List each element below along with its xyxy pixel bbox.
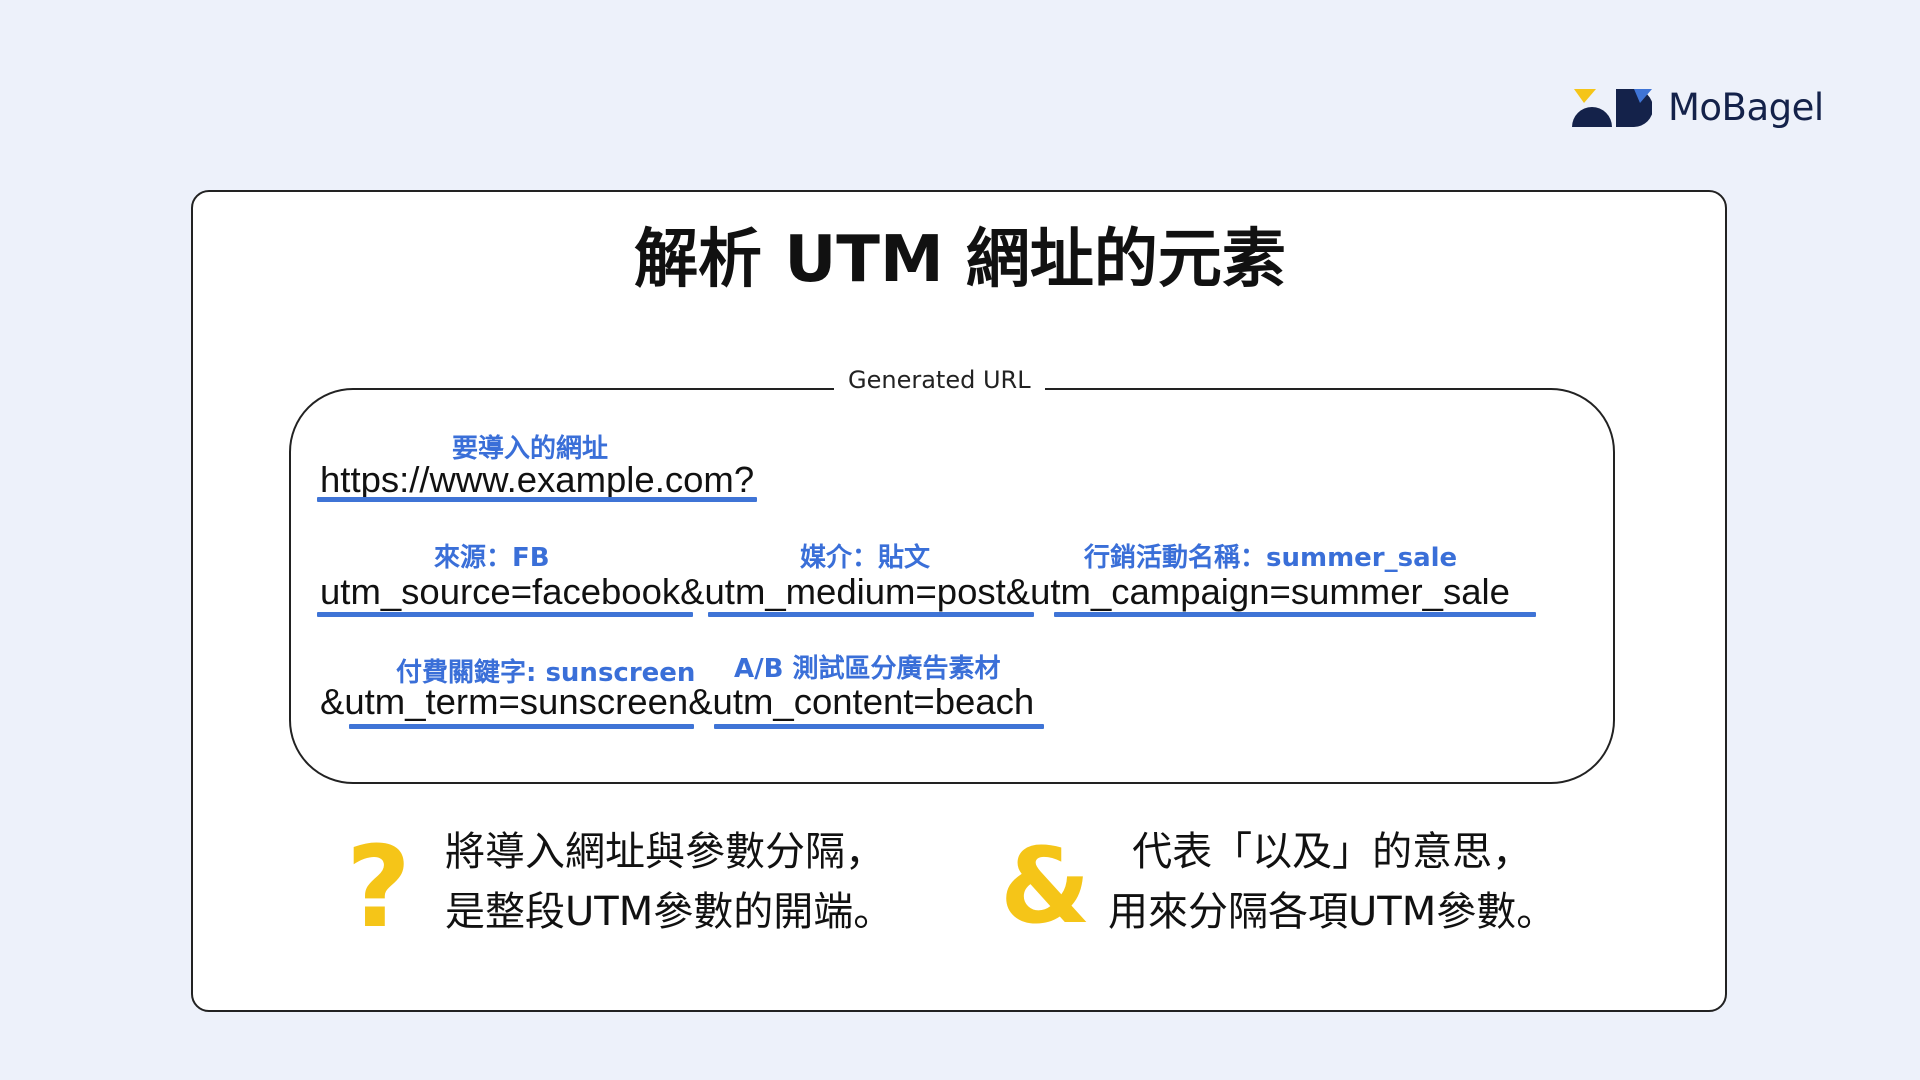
ampersand-line-1: 代表「以及」的意思， [1132,829,1533,875]
underline-campaign [1054,612,1536,617]
note-content: A/B 測試區分廣告素材 [734,654,1001,684]
question-mark-symbol: ? [346,823,411,953]
underline-source [317,612,693,617]
mobagel-logo: MoBagel [1572,86,1824,128]
brand-name: MoBagel [1668,85,1824,129]
question-mark-line-1: 將導入網址與參數分隔， [445,829,885,875]
ampersand-line-2: 用來分隔各項UTM參數。 [1108,889,1557,935]
question-mark-line-2: 是整段UTM參數的開端。 [445,889,894,935]
underline-term [349,724,694,729]
underline-landing [317,497,757,502]
ampersand-explanation: 代表「以及」的意思， 用來分隔各項UTM參數。 [1108,822,1556,942]
page-title: 解析 UTM 網址的元素 [634,223,1286,297]
url-line-base: https://www.example.com? [320,459,755,500]
underline-content [714,724,1044,729]
url-line-params: utm_source=facebook&utm_medium=post&utm_… [320,571,1510,612]
url-line-extra: &utm_term=sunscreen&utm_content=beach [320,681,1035,722]
generated-url-legend: Generated URL [834,364,1045,398]
question-mark-explanation: 將導入網址與參數分隔， 是整段UTM參數的開端。 [445,822,893,942]
note-campaign: 行銷活動名稱：summer_sale [1084,543,1458,573]
underline-medium [708,612,1034,617]
mobagel-logo-mark [1572,89,1652,127]
note-source: 來源：FB [434,543,550,573]
note-medium: 媒介：貼文 [800,543,931,573]
ampersand-symbol: & [1000,825,1091,947]
